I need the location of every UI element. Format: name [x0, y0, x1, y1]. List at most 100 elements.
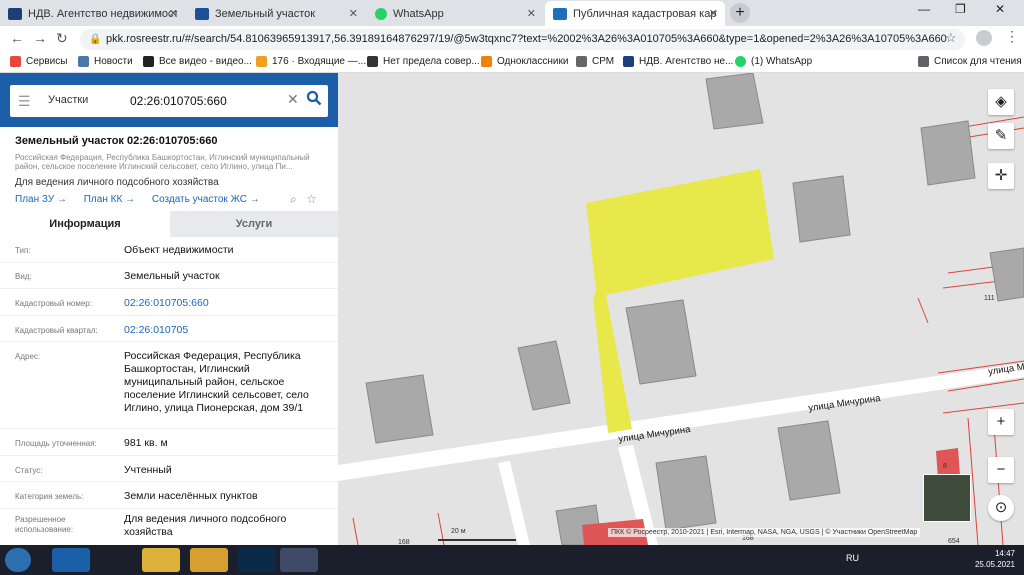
cadastral-quarter-link[interactable]: 02:26:010705: [124, 324, 329, 337]
apps-grid-icon: [10, 56, 21, 67]
bookmark-label: Сервисы: [26, 56, 68, 67]
whatsapp-favicon-icon: [375, 7, 387, 20]
clear-search-icon[interactable]: ✕: [287, 91, 299, 108]
bookmark-item[interactable]: Новости: [78, 56, 133, 67]
building: [792, 175, 851, 243]
photoshop-icon[interactable]: [238, 548, 276, 572]
field-row-type: Тип: Объект недвижимости: [0, 237, 338, 263]
close-tab-icon[interactable]: ✕: [527, 7, 536, 20]
forward-arrow-icon[interactable]: →: [33, 30, 47, 46]
bookmark-item[interactable]: НДВ. Агентство не...: [623, 56, 733, 67]
basemap-thumbnail[interactable]: [923, 474, 971, 522]
field-row-area: Площадь уточненная: 981 кв. м: [0, 429, 338, 456]
object-title: Земельный участок 02:26:010705:660: [15, 135, 218, 147]
bookmark-label: Одноклассники: [497, 56, 569, 67]
bookmark-label: СРМ: [592, 56, 615, 67]
object-links: План ЗУ → План КК → Создать участок ЖС →: [15, 194, 274, 205]
system-clock[interactable]: 14:47 25.05.2021: [963, 548, 1015, 570]
ndv-icon: [623, 56, 634, 67]
field-row-address: Адрес: Российская Федерация, Республика …: [0, 342, 338, 429]
browser-menu-icon[interactable]: ⋮: [1005, 28, 1019, 45]
address-bar[interactable]: 🔒 pkk.rosreestr.ru/#/search/54.810639659…: [80, 29, 965, 50]
search-input[interactable]: 02:26:010705:660: [130, 94, 227, 108]
back-arrow-icon[interactable]: ←: [10, 30, 24, 46]
search-type-select[interactable]: Участки: [48, 94, 88, 106]
field-row-permitted-use: Разрешенное использование: Для ведения л…: [0, 509, 338, 545]
language-indicator[interactable]: RU: [846, 553, 859, 563]
reload-icon[interactable]: ↻: [56, 30, 68, 47]
close-window-button[interactable]: ✕: [995, 2, 1005, 16]
field-label: Вид:: [15, 272, 32, 281]
browser-tab-cadastral-map[interactable]: Публичная кадастровая карта ✕: [545, 1, 725, 26]
bookmark-item[interactable]: (1) WhatsApp: [735, 56, 812, 67]
building: [705, 73, 764, 130]
file-explorer-icon[interactable]: [190, 548, 228, 572]
bookmark-item[interactable]: Одноклассники: [481, 56, 568, 67]
tab-services[interactable]: Услуги: [170, 211, 338, 237]
search-icon[interactable]: [306, 90, 322, 106]
bookmark-item[interactable]: Нет предела совер...: [367, 56, 480, 67]
building: [989, 247, 1024, 302]
map-canvas: [338, 73, 1024, 545]
field-label: Категория земель:: [15, 492, 84, 501]
bookmark-item[interactable]: 176 · Входящие —...: [256, 56, 366, 67]
field-row-status: Статус: Учтенный: [0, 456, 338, 482]
windows-start-icon[interactable]: [5, 548, 31, 572]
cadastral-number-link[interactable]: 02:26:010705:660: [124, 297, 329, 310]
compass-icon[interactable]: ⊙: [988, 495, 1014, 521]
locate-crosshair-icon[interactable]: ✛: [988, 163, 1014, 189]
tab-title: Земельный участок: [215, 7, 316, 20]
page-icon: [367, 56, 378, 67]
parcel-number: 654: [948, 538, 960, 545]
field-label: Тип:: [15, 246, 31, 255]
close-tab-icon[interactable]: ✕: [709, 7, 718, 20]
building: [920, 120, 976, 186]
bookmark-star-icon[interactable]: ☆: [945, 30, 957, 46]
tab-information[interactable]: Информация: [0, 211, 170, 237]
layers-icon[interactable]: ◈: [988, 89, 1014, 115]
close-tab-icon[interactable]: ✕: [349, 7, 358, 20]
browser-tab-land[interactable]: Земельный участок ✕: [187, 1, 365, 26]
chrome-icon[interactable]: [142, 548, 180, 572]
browser-tab-ndv[interactable]: НДВ. Агентство недвижимости. ✕: [0, 1, 185, 26]
new-tab-button[interactable]: +: [730, 3, 750, 23]
internet-explorer-icon[interactable]: [52, 548, 90, 572]
plan-zu-link[interactable]: План ЗУ →: [15, 194, 67, 205]
zoom-out-button[interactable]: −: [988, 457, 1014, 483]
hamburger-menu-icon[interactable]: ☰: [18, 93, 31, 110]
browser-tab-whatsapp[interactable]: WhatsApp ✕: [367, 1, 543, 26]
clock-date: 25.05.2021: [974, 560, 1015, 569]
close-tab-icon[interactable]: ✕: [169, 7, 178, 20]
profile-avatar[interactable]: [976, 30, 992, 46]
reading-list-button[interactable]: Список для чтения: [918, 56, 1022, 67]
whatsapp-icon: [735, 56, 746, 67]
tab-title: Публичная кадастровая карта: [573, 7, 717, 20]
search-box: ☰ Участки 02:26:010705:660 ✕: [10, 85, 328, 117]
building: [365, 374, 434, 444]
scale-label: 20 м: [451, 528, 466, 535]
side-road: [498, 461, 530, 545]
bookmark-item[interactable]: СРМ: [576, 56, 614, 67]
field-row-kind: Вид: Земельный участок: [0, 263, 338, 289]
field-row-cadastral-quarter: Кадастровый квартал: 02:26:010705: [0, 316, 338, 342]
browser-toolbar: ← → ↻ 🔒 pkk.rosreestr.ru/#/search/54.810…: [0, 26, 1024, 52]
zoom-in-button[interactable]: +: [988, 409, 1014, 435]
building: [655, 455, 717, 531]
minimize-window-button[interactable]: —: [918, 2, 930, 16]
zoom-to-object-icon[interactable]: ⌕: [290, 192, 297, 206]
favorite-star-icon[interactable]: ☆: [306, 192, 317, 206]
parcel-number: 111: [984, 295, 995, 302]
maximize-window-button[interactable]: ❐: [955, 2, 966, 16]
mail-icon: [256, 56, 267, 67]
chrome-active-window-icon[interactable]: [280, 548, 318, 572]
bookmark-item[interactable]: Все видео - видео...: [143, 56, 252, 67]
field-row-cadastral-number: Кадастровый номер: 02:26:010705:660: [0, 289, 338, 316]
field-label: Кадастровый номер:: [15, 299, 92, 308]
windows-taskbar: RU 14:47 25.05.2021: [0, 545, 1024, 575]
reading-list-label: Список для чтения: [934, 56, 1022, 67]
bookmark-item[interactable]: Сервисы: [10, 56, 67, 67]
create-plot-link[interactable]: Создать участок ЖС →: [152, 194, 260, 205]
plan-kk-link[interactable]: План КК →: [84, 194, 135, 205]
ruler-icon[interactable]: ✎: [988, 123, 1014, 149]
cadastral-map[interactable]: улица Мичурина улица Мичурина улица Мичу…: [338, 73, 1024, 545]
